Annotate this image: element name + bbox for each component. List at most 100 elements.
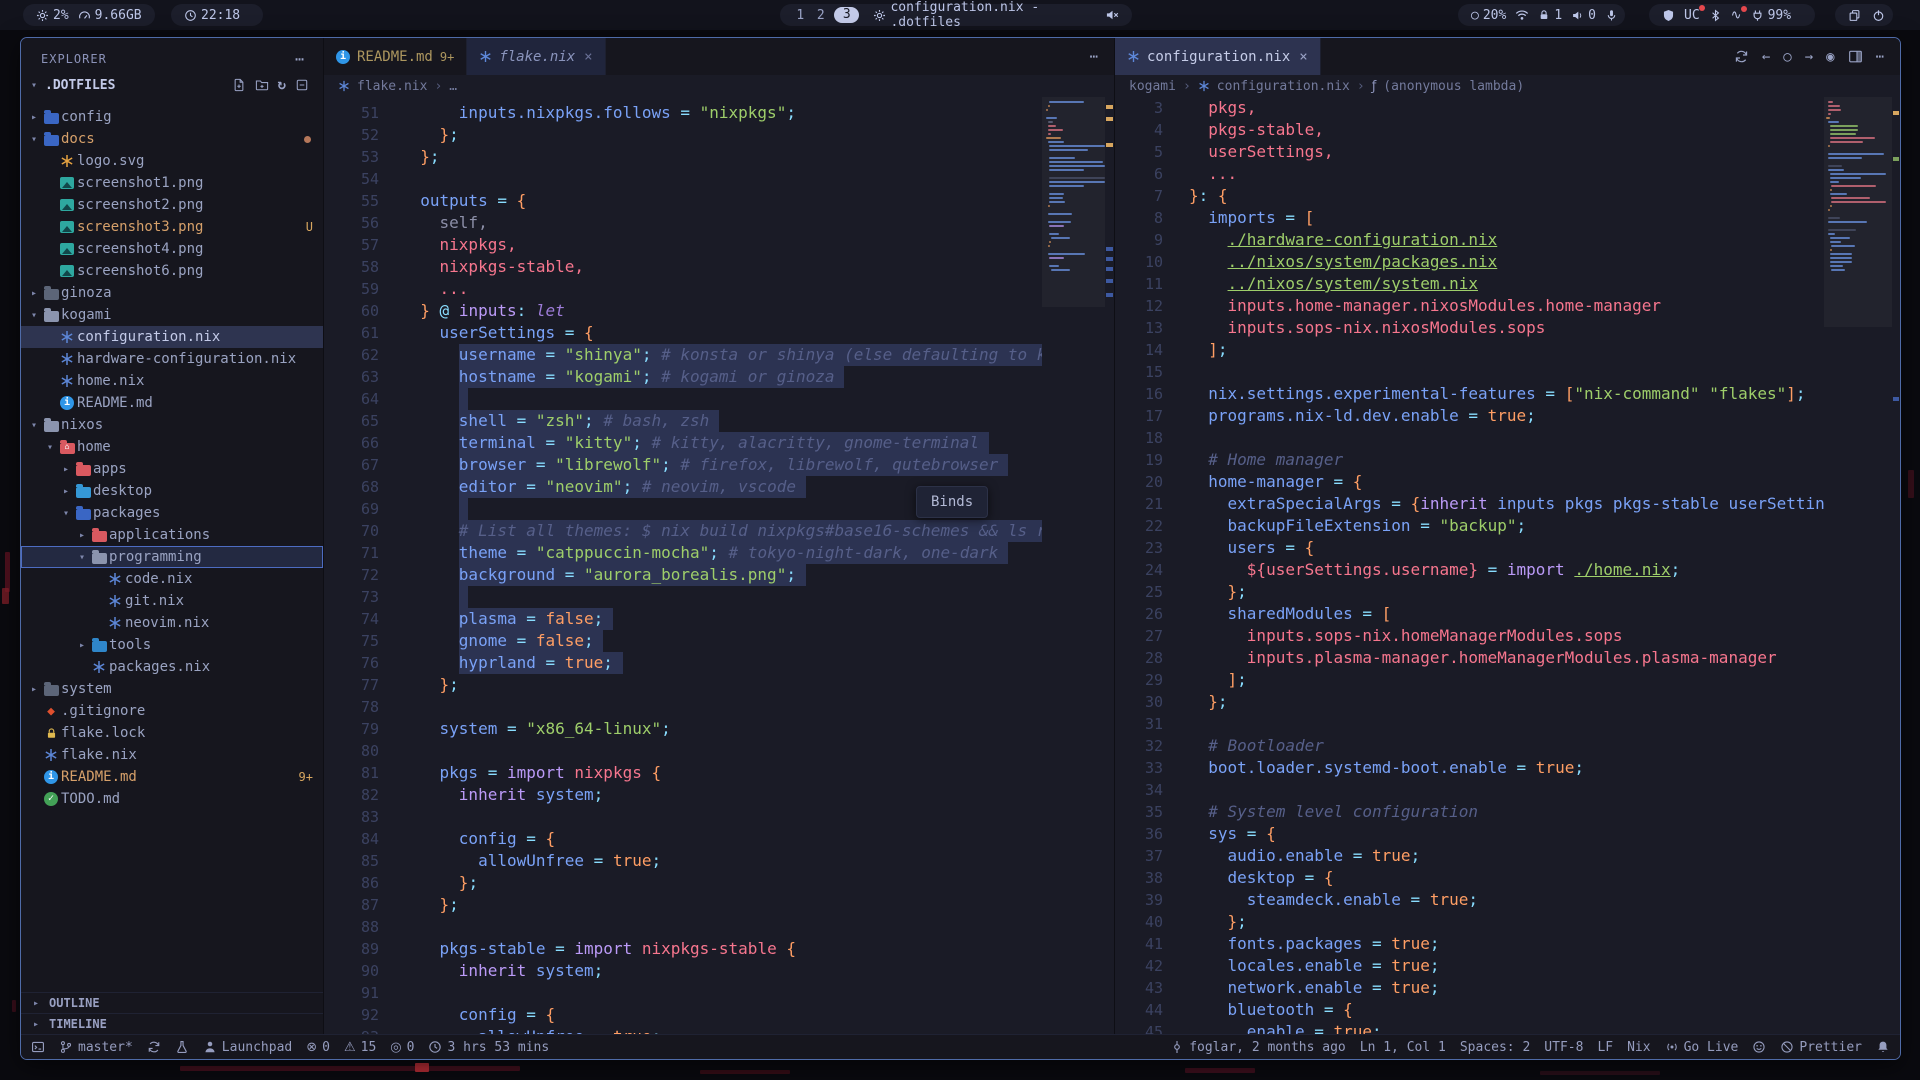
code-line[interactable]: 76 hyprland = true; bbox=[324, 652, 1042, 674]
code-line[interactable]: 22 backupFileExtension = "backup"; bbox=[1115, 515, 1824, 537]
more-icon[interactable]: ⋯ bbox=[1876, 49, 1884, 65]
status-error-0[interactable]: ⊗0 bbox=[306, 1040, 330, 1055]
code-line[interactable]: 66 terminal = "kitty"; # kitty, alacritt… bbox=[324, 432, 1042, 454]
code-line[interactable]: 45 enable = true; bbox=[1115, 1021, 1824, 1034]
code-line[interactable]: 3 pkgs, bbox=[1115, 97, 1824, 119]
code-line[interactable]: 73 bbox=[324, 586, 1042, 608]
sidebar-item-nixos[interactable]: ▾nixos bbox=[21, 414, 323, 436]
code-line[interactable]: 62 username = "shinya"; # konsta or shin… bbox=[324, 344, 1042, 366]
sidebar-item-packages-nix[interactable]: packages.nix bbox=[21, 656, 323, 678]
code-line[interactable]: 89 pkgs-stable = import nixpkgs-stable { bbox=[324, 938, 1042, 960]
code-line[interactable]: 38 desktop = { bbox=[1115, 867, 1824, 889]
code-line[interactable]: 26 sharedModules = [ bbox=[1115, 603, 1824, 625]
code-line[interactable]: 65 shell = "zsh"; # bash, zsh bbox=[324, 410, 1042, 432]
code-line[interactable]: 32 # Bootloader bbox=[1115, 735, 1824, 757]
code-line[interactable]: 18 bbox=[1115, 427, 1824, 449]
lock-indicator[interactable]: 1 bbox=[1538, 8, 1562, 23]
code-line[interactable]: 17 programs.nix-ld.dev.enable = true; bbox=[1115, 405, 1824, 427]
speaker-muted-icon[interactable] bbox=[1105, 8, 1119, 22]
workspace-root-row[interactable]: ▾ .DOTFILES ↻ bbox=[21, 74, 323, 96]
clock-pill[interactable]: 22:18 bbox=[171, 4, 263, 26]
vpn-shield-icon[interactable] bbox=[1662, 9, 1675, 22]
battery-indicator[interactable]: 99% bbox=[1751, 8, 1791, 23]
code-line[interactable]: 16 nix.settings.experimental-features = … bbox=[1115, 383, 1824, 405]
code-line[interactable]: 88 bbox=[324, 916, 1042, 938]
code-line[interactable]: 34 bbox=[1115, 779, 1824, 801]
outline-section[interactable]: ▸ OUTLINE bbox=[21, 992, 323, 1013]
code-line[interactable]: 53 }; bbox=[324, 146, 1042, 168]
status-syncitem[interactable] bbox=[147, 1040, 161, 1054]
code-line[interactable]: 93 allowUnfree = true; bbox=[324, 1026, 1042, 1034]
workspace-3-active[interactable]: 3 bbox=[834, 7, 859, 23]
code-line[interactable]: 27 inputs.sops-nix.homeManagerModules.so… bbox=[1115, 625, 1824, 647]
code-line[interactable]: 19 # Home manager bbox=[1115, 449, 1824, 471]
code-line[interactable]: 15 bbox=[1115, 361, 1824, 383]
workspace-2[interactable]: 2 bbox=[814, 8, 829, 23]
sidebar-item-applications[interactable]: ▸applications bbox=[21, 524, 323, 546]
chevron-right-icon[interactable]: ▸ bbox=[27, 288, 41, 299]
sidebar-item-readme-md[interactable]: iREADME.md9+ bbox=[21, 766, 323, 788]
code-line[interactable]: 55 outputs = { bbox=[324, 190, 1042, 212]
chevron-down-icon[interactable]: ▾ bbox=[43, 442, 57, 453]
code-line[interactable]: 63 hostname = "kogami"; # kogami or gino… bbox=[324, 366, 1042, 388]
code-line[interactable]: 67 browser = "librewolf"; # firefox, lib… bbox=[324, 454, 1042, 476]
status-utf-8[interactable]: UTF-8 bbox=[1544, 1040, 1583, 1055]
status-beakeritem[interactable] bbox=[175, 1040, 189, 1054]
sidebar-item-apps[interactable]: ▸apps bbox=[21, 458, 323, 480]
code-line[interactable]: 72 background = "aurora_borealis.png"; bbox=[324, 564, 1042, 586]
power-icon[interactable] bbox=[1872, 9, 1885, 22]
code-line[interactable]: 57 nixpkgs, bbox=[324, 234, 1042, 256]
code-line[interactable]: 83 bbox=[324, 806, 1042, 828]
cpu-usage[interactable]: 2% bbox=[36, 8, 69, 23]
status-branch-master-[interactable]: master* bbox=[59, 1040, 133, 1055]
code-line[interactable]: 80 bbox=[324, 740, 1042, 762]
sidebar-item-readme-md[interactable]: iREADME.md bbox=[21, 392, 323, 414]
code-line[interactable]: 31 bbox=[1115, 713, 1824, 735]
code-line[interactable]: 82 inherit system; bbox=[324, 784, 1042, 806]
sidebar-item-screenshot3-png[interactable]: screenshot3.pngU bbox=[21, 216, 323, 238]
breadcrumb-symbol[interactable]: … bbox=[449, 79, 457, 94]
sidebar-item-home-nix[interactable]: home.nix bbox=[21, 370, 323, 392]
chevron-right-icon[interactable]: ▸ bbox=[75, 640, 89, 651]
code-editor-configuration[interactable]: 3 pkgs,4 pkgs-stable,5 userSettings,6 ..… bbox=[1115, 97, 1900, 1034]
code-line[interactable]: 21 extraSpecialArgs = {inherit inputs pk… bbox=[1115, 493, 1824, 515]
sidebar-item-desktop[interactable]: ▸desktop bbox=[21, 480, 323, 502]
code-line[interactable]: 10 ../nixos/system/packages.nix bbox=[1115, 251, 1824, 273]
sidebar-item-kogami[interactable]: ▾kogami bbox=[21, 304, 323, 326]
code-line[interactable]: 12 inputs.home-manager.nixosModules.home… bbox=[1115, 295, 1824, 317]
status-bellitem[interactable] bbox=[1876, 1040, 1890, 1054]
tab-readme[interactable]: i README.md 9+ bbox=[324, 38, 467, 75]
new-file-icon[interactable] bbox=[232, 78, 246, 92]
code-line[interactable]: 61 userSettings = { bbox=[324, 322, 1042, 344]
code-line[interactable]: 35 # System level configuration bbox=[1115, 801, 1824, 823]
history-icon[interactable] bbox=[1734, 49, 1749, 64]
sidebar-item-neovim-nix[interactable]: neovim.nix bbox=[21, 612, 323, 634]
breadcrumb-symbol[interactable]: (anonymous lambda) bbox=[1383, 79, 1524, 94]
status-nix[interactable]: Nix bbox=[1627, 1040, 1650, 1055]
tab-flake[interactable]: flake.nix × bbox=[467, 38, 605, 75]
split-icon[interactable] bbox=[1848, 49, 1863, 64]
clipboard-icon[interactable] bbox=[1848, 9, 1861, 22]
code-line[interactable]: 7}: { bbox=[1115, 185, 1824, 207]
code-line[interactable]: 79 system = "x86_64-linux"; bbox=[324, 718, 1042, 740]
sidebar-item-screenshot6-png[interactable]: screenshot6.png bbox=[21, 260, 323, 282]
close-icon[interactable]: × bbox=[584, 49, 592, 65]
code-line[interactable]: 44 bluetooth = { bbox=[1115, 999, 1824, 1021]
code-line[interactable]: 86 }; bbox=[324, 872, 1042, 894]
code-line[interactable]: 41 fonts.packages = true; bbox=[1115, 933, 1824, 955]
status-clock-3-hrs-53-mins[interactable]: 3 hrs 53 mins bbox=[428, 1040, 549, 1055]
code-line[interactable]: 90 inherit system; bbox=[324, 960, 1042, 982]
explorer-more-icon[interactable]: ⋯ bbox=[295, 50, 305, 68]
sidebar-item-programming[interactable]: ▾programming bbox=[21, 546, 323, 568]
code-line[interactable]: 37 audio.enable = true; bbox=[1115, 845, 1824, 867]
code-line[interactable]: 77 }; bbox=[324, 674, 1042, 696]
chevron-down-icon[interactable]: ▾ bbox=[27, 134, 41, 145]
chevron-down-icon[interactable]: ▾ bbox=[27, 310, 41, 321]
circle-icon[interactable]: ○ bbox=[1783, 49, 1791, 65]
code-line[interactable]: 29 ]; bbox=[1115, 669, 1824, 691]
code-line[interactable]: 6 ... bbox=[1115, 163, 1824, 185]
code-line[interactable]: 74 plasma = false; bbox=[324, 608, 1042, 630]
code-line[interactable]: 39 steamdeck.enable = true; bbox=[1115, 889, 1824, 911]
code-line[interactable]: 5 userSettings, bbox=[1115, 141, 1824, 163]
tab-configuration[interactable]: configuration.nix × bbox=[1115, 38, 1321, 75]
